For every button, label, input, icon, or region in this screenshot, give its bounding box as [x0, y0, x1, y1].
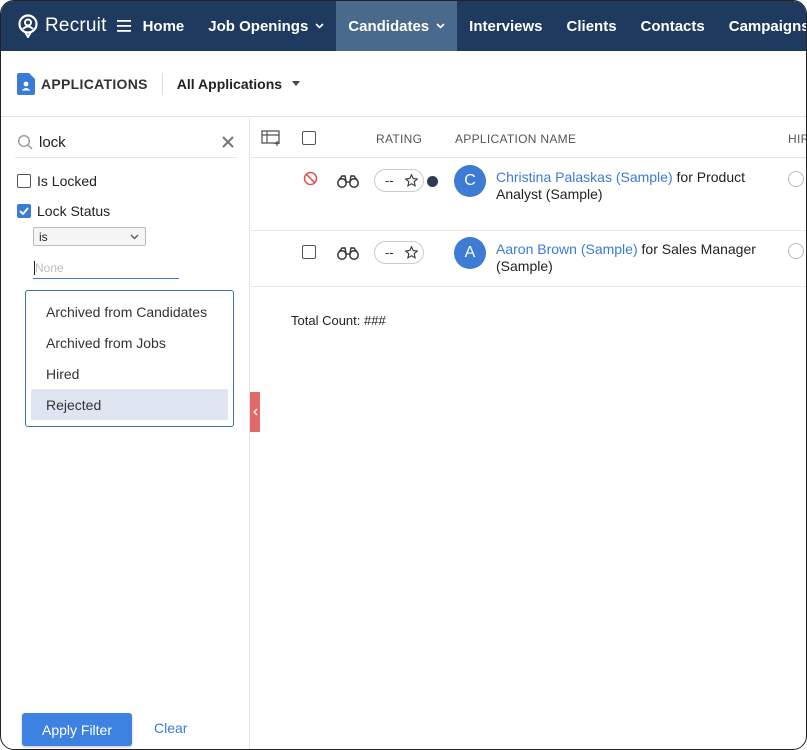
close-icon[interactable]: [221, 135, 235, 149]
header-application-name[interactable]: APPLICATION NAME: [455, 132, 576, 146]
header-rating[interactable]: RATING: [376, 132, 422, 146]
module-header: APPLICATIONS All Applications: [1, 51, 806, 117]
filter-search-input[interactable]: lock: [39, 134, 66, 151]
nav-contacts-label: Contacts: [640, 17, 705, 35]
table-header: RATING APPLICATION NAME HIR: [251, 118, 806, 158]
nav-campaigns[interactable]: Campaigns: [717, 1, 807, 51]
logo-text: Recruit: [45, 15, 107, 36]
avatar: A: [454, 237, 486, 269]
text-cursor: [34, 261, 35, 275]
application-name: Aaron Brown (Sample) for Sales Manager (…: [496, 241, 776, 275]
is-locked-filter[interactable]: Is Locked: [17, 173, 97, 189]
nav-clients[interactable]: Clients: [555, 1, 629, 51]
filter-sidebar: lock Is Locked Lock Status is None Archi…: [1, 118, 250, 749]
filter-search[interactable]: lock: [15, 128, 237, 158]
value-placeholder: None: [35, 261, 64, 275]
row-checkbox[interactable]: [302, 245, 316, 259]
view-selector-label: All Applications: [176, 75, 283, 92]
app-window: Recruit Home Job Openings Candidates Int…: [0, 0, 807, 750]
module-title: APPLICATIONS: [41, 75, 148, 92]
hiring-status-indicator[interactable]: [788, 171, 804, 187]
star-icon[interactable]: [405, 246, 418, 259]
applications-icon: [17, 72, 35, 95]
column-settings-icon[interactable]: [261, 130, 281, 146]
dropdown-option[interactable]: Hired: [31, 358, 228, 389]
nav-candidates[interactable]: Candidates: [336, 1, 458, 51]
nav-campaigns-label: Campaigns: [728, 17, 807, 35]
option-label: Rejected: [46, 396, 102, 413]
is-locked-label: Is Locked: [37, 173, 97, 189]
dropdown-option-highlighted[interactable]: Rejected: [31, 389, 228, 420]
connector-text: for: [641, 241, 658, 257]
hamburger-icon: [116, 20, 131, 32]
rating-pill[interactable]: --: [374, 241, 424, 264]
binoculars-icon[interactable]: [336, 174, 360, 188]
menu-button[interactable]: [116, 1, 131, 51]
view-selector[interactable]: All Applications: [176, 75, 301, 92]
option-label: Archived from Candidates: [46, 303, 208, 320]
rating-value: --: [385, 173, 394, 188]
star-icon[interactable]: [405, 174, 418, 187]
operator-value: is: [39, 229, 48, 244]
lock-status-value-input[interactable]: None: [33, 258, 179, 279]
dropdown-option[interactable]: Archived from Candidates: [31, 296, 228, 327]
chevron-down-icon: [315, 23, 324, 29]
application-name: Christina Palaskas (Sample) for Product …: [496, 169, 776, 203]
nav-clients-label: Clients: [566, 17, 617, 35]
is-locked-checkbox[interactable]: [17, 174, 31, 188]
apply-filter-button[interactable]: Apply Filter: [22, 713, 132, 746]
nav-job-openings-label: Job Openings: [208, 17, 309, 35]
option-label: Archived from Jobs: [46, 334, 166, 351]
dropdown-option[interactable]: Archived from Jobs: [31, 327, 228, 358]
header-divider: [161, 72, 163, 95]
search-icon: [17, 134, 33, 150]
top-nav: Recruit Home Job Openings Candidates Int…: [1, 1, 807, 51]
nav-home[interactable]: Home: [131, 1, 197, 51]
total-count: Total Count: ###: [291, 313, 386, 328]
nav-interviews-label: Interviews: [469, 17, 543, 35]
candidate-link[interactable]: Christina Palaskas (Sample): [496, 169, 673, 185]
applications-table: RATING APPLICATION NAME HIR --: [251, 118, 806, 749]
header-hiring[interactable]: HIR: [788, 132, 806, 146]
operator-select[interactable]: is: [33, 227, 146, 246]
nav-job-openings[interactable]: Job Openings: [196, 1, 336, 51]
nav-interviews[interactable]: Interviews: [457, 1, 554, 51]
rating-value: --: [385, 245, 394, 260]
rating-pill[interactable]: --: [374, 169, 424, 192]
binoculars-icon[interactable]: [336, 246, 360, 260]
connector-text: for: [676, 169, 693, 185]
logo[interactable]: Recruit: [17, 14, 107, 38]
lock-status-dropdown: Archived from Candidates Archived from J…: [25, 290, 234, 427]
hiring-status-indicator[interactable]: [788, 243, 804, 259]
lock-status-checkbox[interactable]: [17, 204, 31, 218]
ban-icon: [303, 171, 318, 186]
caret-down-icon: [292, 81, 301, 86]
nav-home-label: Home: [142, 17, 185, 35]
candidate-link[interactable]: Aaron Brown (Sample): [496, 241, 638, 257]
table-row[interactable]: -- C Christina Palaskas (Sample) for Pro…: [251, 159, 806, 231]
clear-filter-button[interactable]: Clear: [154, 720, 187, 736]
nav-candidates-label: Candidates: [348, 17, 430, 35]
avatar: C: [454, 165, 486, 197]
lock-status-label: Lock Status: [37, 203, 111, 219]
nav-contacts[interactable]: Contacts: [629, 1, 717, 51]
lock-status-filter[interactable]: Lock Status: [17, 203, 110, 219]
recruit-logo-icon: [18, 14, 38, 38]
option-label: Hired: [46, 365, 80, 382]
select-all-checkbox[interactable]: [302, 131, 316, 145]
status-dot: [427, 176, 438, 187]
chevron-down-icon: [436, 23, 445, 29]
table-row[interactable]: -- A Aaron Brown (Sample) for Sales Mana…: [251, 231, 806, 287]
checkmark-icon: [19, 207, 29, 215]
chevron-down-icon: [130, 234, 139, 240]
